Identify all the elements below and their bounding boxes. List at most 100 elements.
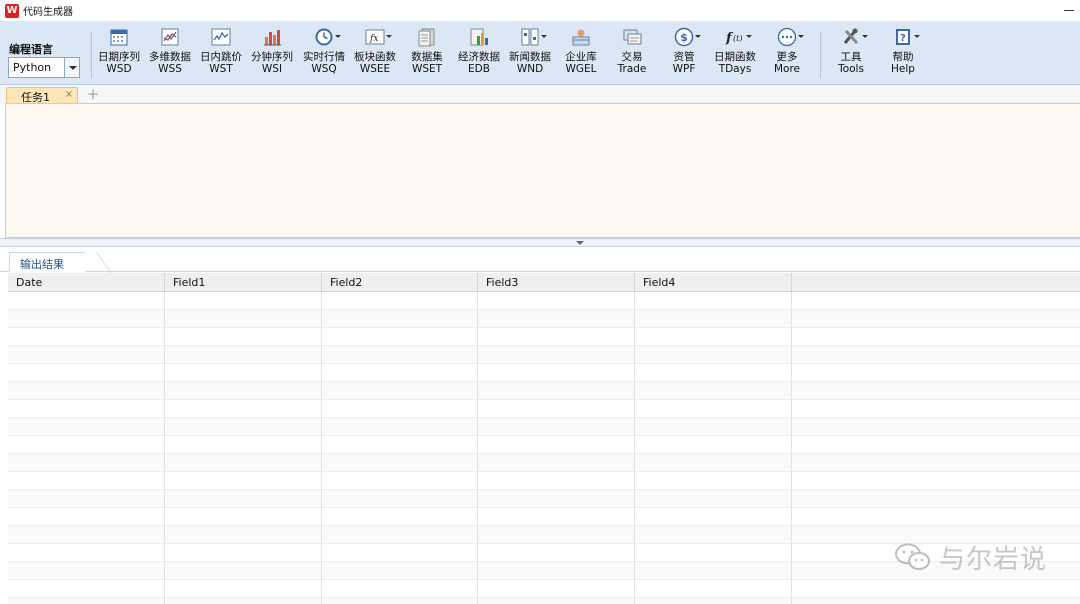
- table-cell[interactable]: [792, 490, 1080, 508]
- table-cell[interactable]: [165, 328, 322, 346]
- table-row[interactable]: [8, 328, 1080, 346]
- table-cell[interactable]: [792, 310, 1080, 328]
- table-cell[interactable]: [322, 526, 478, 544]
- table-cell[interactable]: [165, 310, 322, 328]
- ribbon-button-wgel[interactable]: 企业库 WGEL: [556, 26, 606, 82]
- panel-splitter[interactable]: [0, 238, 1080, 247]
- table-cell[interactable]: [635, 472, 792, 490]
- table-row[interactable]: [8, 292, 1080, 310]
- ribbon-button-wss[interactable]: 多维数据 WSS: [145, 26, 195, 82]
- table-cell[interactable]: [478, 508, 635, 526]
- table-cell[interactable]: [8, 382, 165, 400]
- table-cell[interactable]: [635, 382, 792, 400]
- table-row[interactable]: [8, 598, 1080, 604]
- close-icon[interactable]: ×: [65, 89, 73, 100]
- ribbon-button-wsee[interactable]: fx 板块函数 WSEE: [350, 26, 400, 82]
- table-cell[interactable]: [322, 328, 478, 346]
- table-cell[interactable]: [635, 490, 792, 508]
- column-header-date[interactable]: Date: [8, 273, 165, 292]
- tab-output-results[interactable]: 输出结果: [9, 252, 85, 272]
- tab-task-1[interactable]: 任务1 ×: [6, 87, 78, 104]
- ribbon-button-tools[interactable]: 工具 Tools: [826, 26, 876, 82]
- table-cell[interactable]: [635, 454, 792, 472]
- table-cell[interactable]: [478, 544, 635, 562]
- ribbon-button-help[interactable]: ? 帮助 Help: [878, 26, 928, 82]
- table-cell[interactable]: [165, 292, 322, 310]
- table-cell[interactable]: [165, 490, 322, 508]
- table-cell[interactable]: [635, 508, 792, 526]
- table-cell[interactable]: [792, 580, 1080, 598]
- table-cell[interactable]: [635, 310, 792, 328]
- table-cell[interactable]: [792, 472, 1080, 490]
- table-cell[interactable]: [165, 400, 322, 418]
- table-cell[interactable]: [322, 436, 478, 454]
- ribbon-button-trade[interactable]: 交易 Trade: [607, 26, 657, 82]
- table-row[interactable]: [8, 436, 1080, 454]
- table-cell[interactable]: [478, 400, 635, 418]
- ribbon-button-wset[interactable]: 数据集 WSET: [402, 26, 452, 82]
- table-row[interactable]: [8, 454, 1080, 472]
- table-cell[interactable]: [165, 346, 322, 364]
- table-cell[interactable]: [322, 562, 478, 580]
- table-row[interactable]: [8, 418, 1080, 436]
- ribbon-button-wsi[interactable]: 分钟序列 WSI: [247, 26, 297, 82]
- table-cell[interactable]: [165, 562, 322, 580]
- table-cell[interactable]: [635, 580, 792, 598]
- table-cell[interactable]: [792, 364, 1080, 382]
- table-cell[interactable]: [478, 472, 635, 490]
- table-cell[interactable]: [322, 508, 478, 526]
- table-cell[interactable]: [8, 508, 165, 526]
- table-row[interactable]: [8, 382, 1080, 400]
- table-row[interactable]: [8, 472, 1080, 490]
- table-row[interactable]: [8, 490, 1080, 508]
- table-cell[interactable]: [165, 526, 322, 544]
- language-select[interactable]: Python: [8, 57, 80, 78]
- table-cell[interactable]: [478, 436, 635, 454]
- table-cell[interactable]: [8, 436, 165, 454]
- table-cell[interactable]: [322, 292, 478, 310]
- ribbon-button-wnd[interactable]: 新闻数据 WND: [505, 26, 555, 82]
- table-cell[interactable]: [165, 418, 322, 436]
- table-cell[interactable]: [165, 544, 322, 562]
- table-row[interactable]: [8, 400, 1080, 418]
- table-cell[interactable]: [478, 580, 635, 598]
- table-cell[interactable]: [322, 400, 478, 418]
- table-cell[interactable]: [165, 454, 322, 472]
- table-cell[interactable]: [635, 346, 792, 364]
- table-row[interactable]: [8, 310, 1080, 328]
- table-cell[interactable]: [478, 346, 635, 364]
- table-cell[interactable]: [322, 418, 478, 436]
- ribbon-button-edb[interactable]: 经济数据 EDB: [454, 26, 504, 82]
- table-cell[interactable]: [635, 364, 792, 382]
- table-cell[interactable]: [478, 292, 635, 310]
- table-cell[interactable]: [322, 310, 478, 328]
- table-cell[interactable]: [792, 508, 1080, 526]
- table-cell[interactable]: [8, 364, 165, 382]
- table-cell[interactable]: [8, 292, 165, 310]
- table-cell[interactable]: [792, 382, 1080, 400]
- column-header-field3[interactable]: Field3: [478, 273, 635, 292]
- table-cell[interactable]: [322, 364, 478, 382]
- table-cell[interactable]: [635, 400, 792, 418]
- chevron-down-icon[interactable]: [64, 58, 79, 77]
- table-cell[interactable]: [8, 418, 165, 436]
- table-cell[interactable]: [478, 328, 635, 346]
- table-cell[interactable]: [792, 598, 1080, 604]
- table-cell[interactable]: [322, 490, 478, 508]
- table-row[interactable]: [8, 580, 1080, 598]
- table-cell[interactable]: [792, 436, 1080, 454]
- table-cell[interactable]: [8, 346, 165, 364]
- table-cell[interactable]: [478, 562, 635, 580]
- table-cell[interactable]: [478, 310, 635, 328]
- table-cell[interactable]: [635, 418, 792, 436]
- table-cell[interactable]: [165, 598, 322, 604]
- table-row[interactable]: [8, 508, 1080, 526]
- table-cell[interactable]: [165, 580, 322, 598]
- table-cell[interactable]: [635, 292, 792, 310]
- table-cell[interactable]: [635, 562, 792, 580]
- table-cell[interactable]: [8, 310, 165, 328]
- ribbon-button-wpf[interactable]: $ 资管 WPF: [659, 26, 709, 82]
- table-cell[interactable]: [8, 526, 165, 544]
- table-cell[interactable]: [478, 598, 635, 604]
- table-cell[interactable]: [635, 598, 792, 604]
